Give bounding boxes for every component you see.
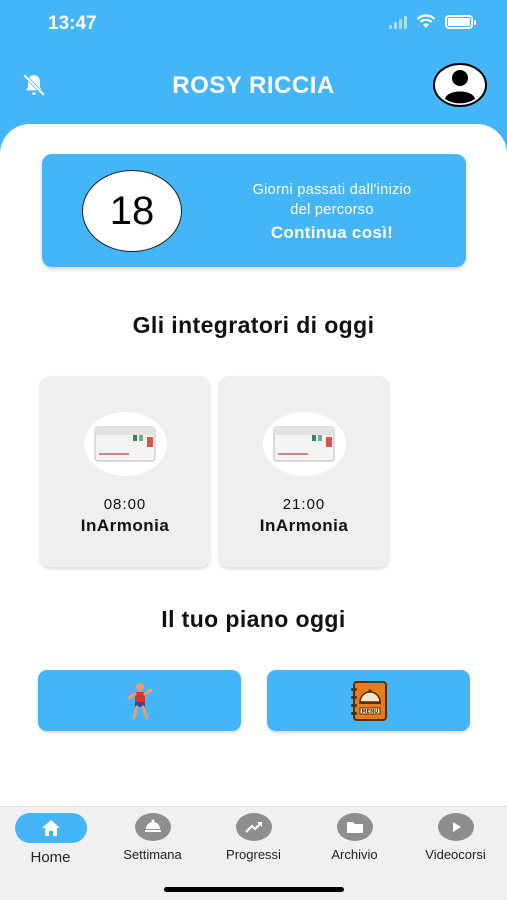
- tab-progressi[interactable]: Progressi: [203, 813, 304, 862]
- days-encouragement: Continua così!: [270, 223, 394, 242]
- supplement-time: 08:00: [103, 496, 147, 513]
- supplement-box-icon: [94, 426, 155, 462]
- battery-icon: [445, 14, 476, 29]
- supplement-time: 21:00: [282, 496, 326, 513]
- supplement-name: InArmonia: [80, 516, 170, 535]
- tab-label: Videocorsi: [425, 847, 486, 862]
- days-progress-card: 18 Giorni passati dall'inizio del percor…: [42, 154, 466, 267]
- supplement-image: [263, 412, 346, 476]
- plan-title: Il tuo piano oggi: [161, 606, 346, 632]
- play-icon: [437, 813, 474, 841]
- supplement-box-icon: [273, 426, 334, 462]
- supplement-card[interactable]: 08:00 InArmonia: [40, 376, 210, 567]
- tab-label: Settimana: [123, 847, 182, 862]
- main-content: 18 Giorni passati dall'inizio del percor…: [0, 124, 507, 806]
- tab-videocorsi[interactable]: Videocorsi: [405, 813, 506, 862]
- supplement-name: InArmonia: [259, 516, 349, 535]
- tab-home[interactable]: Home: [0, 813, 101, 866]
- trend-icon: [235, 813, 272, 841]
- menu-book-icon: MENU: [350, 680, 387, 721]
- supplement-image: [84, 412, 167, 476]
- tab-settimana[interactable]: Settimana: [102, 813, 203, 862]
- days-text: Giorni passati dall'inizio del percorso …: [212, 180, 452, 243]
- home-indicator: [164, 887, 344, 892]
- supplement-card[interactable]: 21:00 InArmonia: [219, 376, 389, 567]
- supplements-title: Gli integratori di oggi: [132, 312, 375, 338]
- avatar[interactable]: [433, 63, 487, 107]
- exercise-icon: [127, 682, 152, 719]
- days-counter: 18: [82, 170, 182, 252]
- days-caption-line1: Giorni passati dall'inizio: [252, 182, 412, 198]
- status-bar: 13:47: [0, 0, 507, 50]
- status-time: 13:47: [48, 13, 97, 34]
- status-icons: [389, 14, 476, 29]
- bottom-tab-bar: Home Settimana Progressi Archivio Videoc…: [0, 806, 507, 900]
- workout-plan-button[interactable]: [38, 670, 241, 731]
- page-title: ROSY RICCIA: [172, 72, 335, 99]
- user-icon: [433, 63, 487, 107]
- svg-text:MENU: MENU: [361, 709, 378, 715]
- meal-plan-button[interactable]: MENU: [267, 670, 470, 731]
- folder-icon: [336, 813, 373, 841]
- days-caption-line2: del percorso: [290, 202, 374, 218]
- tab-archivio[interactable]: Archivio: [304, 813, 405, 862]
- tab-label: Archivio: [331, 847, 378, 862]
- tab-label: Progressi: [226, 847, 281, 862]
- tab-label: Home: [30, 849, 71, 866]
- home-icon: [14, 813, 87, 843]
- wifi-icon: [416, 14, 436, 28]
- app-header: ROSY RICCIA: [0, 55, 507, 117]
- food-icon: [134, 813, 171, 841]
- signal-icon: [389, 15, 407, 29]
